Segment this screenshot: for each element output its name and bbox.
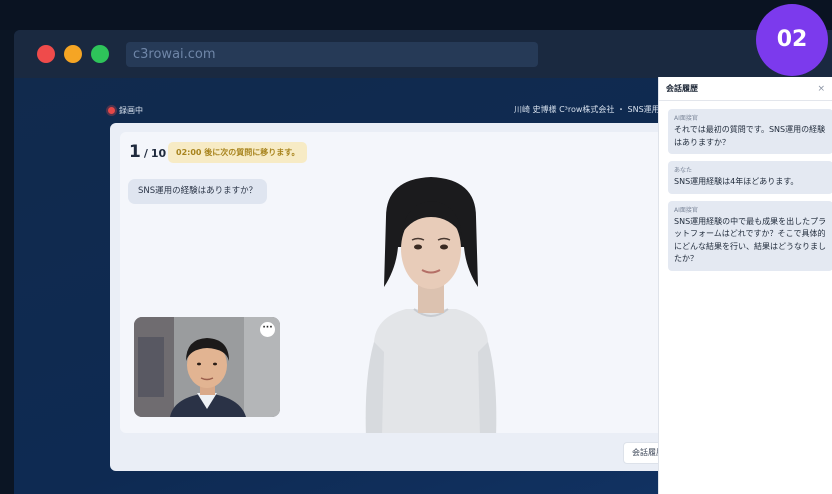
question-current: 1 bbox=[129, 142, 141, 162]
message-role: AI面接官 bbox=[674, 115, 698, 122]
message-role: AI面接官 bbox=[674, 206, 698, 214]
more-options-icon[interactable]: ··· bbox=[260, 322, 275, 337]
recording-label: 録画中 bbox=[119, 106, 143, 115]
address-bar[interactable]: c3rowai.com bbox=[126, 42, 538, 67]
message-text: SNS運用経験の中で最も成果を出したプラットフォームはどれですか？そこで具体的に… bbox=[674, 216, 827, 264]
message-role: あなた bbox=[674, 167, 693, 174]
top-backdrop bbox=[0, 0, 832, 30]
recording-indicator: 録画中 bbox=[108, 105, 143, 116]
maximize-window-dot[interactable] bbox=[91, 45, 109, 63]
browser-chrome: c3rowai.com bbox=[14, 30, 832, 78]
message-list: AI面接官 それでは最初の質問です。SNS運用の経験はありますか？ あなた SN… bbox=[659, 101, 832, 271]
step-number-badge: 02 bbox=[756, 4, 828, 76]
message-item: AI面接官 それでは最初の質問です。SNS運用の経験はありますか？ bbox=[668, 109, 832, 154]
close-icon[interactable]: × bbox=[817, 84, 825, 94]
message-item: AI面接官 SNS運用経験の中で最も成果を出したプラットフォームはどれですか？そ… bbox=[668, 200, 832, 271]
user-camera-image bbox=[134, 317, 280, 417]
message-text: SNS運用経験は4年ほどあります。 bbox=[674, 177, 799, 186]
question-total: 10 bbox=[150, 147, 167, 160]
panel-header: 会話履歴 × bbox=[659, 77, 832, 101]
close-window-dot[interactable] bbox=[37, 45, 55, 63]
candidate-info: 川崎 史博様 C³row株式会社 ・ SNS運用 bbox=[514, 105, 660, 114]
question-separator: / bbox=[143, 147, 148, 160]
user-camera-preview: ··· bbox=[134, 317, 280, 417]
minimize-window-dot[interactable] bbox=[64, 45, 82, 63]
ai-interviewer-avatar bbox=[346, 177, 516, 433]
panel-title: 会話履歴 bbox=[666, 84, 698, 93]
interview-card: 1 / 10 02:00 後に次の質問に移ります。 SNS運用の経験はありますか… bbox=[110, 123, 673, 471]
recording-dot-icon bbox=[108, 107, 115, 114]
message-text: それでは最初の質問です。SNS運用の経験はありますか？ bbox=[674, 125, 826, 147]
ai-avatar-image bbox=[365, 177, 497, 433]
timer-badge: 02:00 後に次の質問に移ります。 bbox=[168, 142, 308, 163]
conversation-history-panel: 会話履歴 × AI面接官 それでは最初の質問です。SNS運用の経験はありますか？… bbox=[658, 77, 832, 494]
message-item: あなた SNS運用経験は4年ほどあります。 bbox=[668, 161, 832, 194]
interview-stage: 1 / 10 02:00 後に次の質問に移ります。 SNS運用の経験はありますか… bbox=[120, 132, 670, 433]
question-counter: 1 / 10 bbox=[129, 142, 166, 162]
question-bubble: SNS運用の経験はありますか？ bbox=[128, 179, 268, 204]
